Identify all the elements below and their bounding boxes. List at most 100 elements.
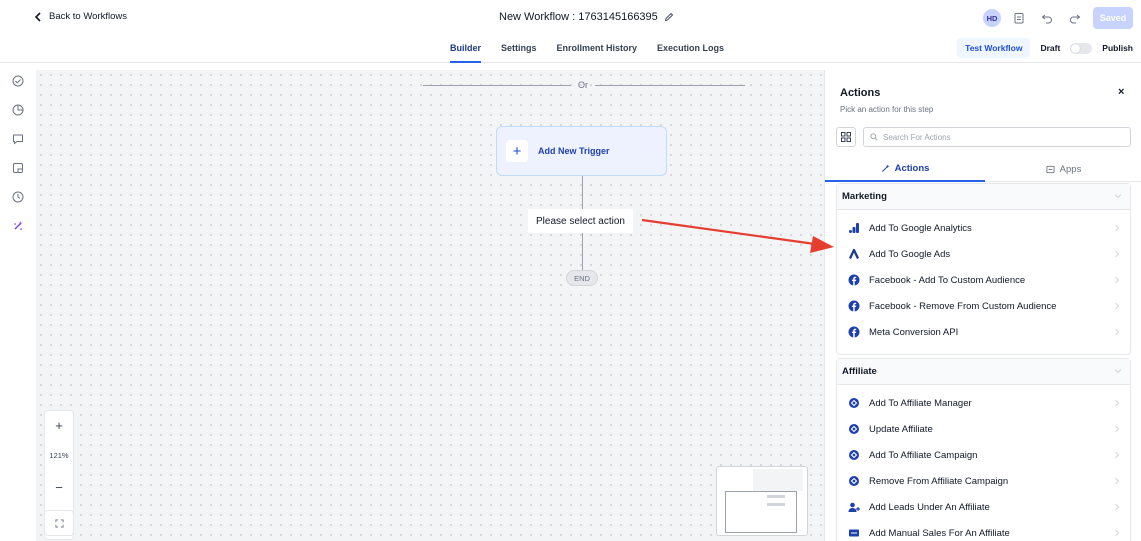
tab-actions[interactable]: Actions [825,156,985,182]
workflow-canvas[interactable]: Or + Add New Trigger Please select actio… [36,70,824,541]
zoom-in-button[interactable]: + [45,413,73,437]
chevron-right-icon [1115,302,1120,310]
connector-line [582,233,583,270]
workflow-title[interactable]: New Workflow : 1763145166395 [499,11,674,23]
chevron-down-icon [1114,369,1122,374]
test-workflow-button[interactable]: Test Workflow [957,38,1031,58]
tab-apps[interactable]: Apps [985,156,1141,182]
tab-right-actions: Test Workflow Draft Publish [957,38,1133,58]
add-trigger-label: Add New Trigger [538,146,610,156]
actions-panel: Actions Pick an action for this step × A… [824,70,1141,541]
chevron-right-icon [1115,276,1120,284]
minimap-node [767,503,785,506]
affiliate-section: Affiliate Add To Affiliate Manager Updat… [836,358,1131,541]
item-label: Add To Affiliate Manager [869,397,972,409]
list-item[interactable]: Facebook - Add To Custom Audience [837,269,1130,291]
undo-icon [1041,14,1052,24]
comment-icon[interactable] [12,133,24,145]
sparkle-icon[interactable] [12,220,24,232]
or-divider-left [423,85,571,86]
chevron-right-icon [1115,224,1120,232]
item-label: Update Affiliate [869,423,933,435]
expand-icon [54,518,64,528]
search-icon [870,133,878,141]
apps-icon [1046,165,1055,173]
list-item[interactable]: Facebook - Remove From Custom Audience [837,295,1130,317]
fit-view-button[interactable] [44,510,74,536]
list-item[interactable]: Add Manual Sales For An Affiliate [837,522,1130,541]
undo-button[interactable] [1037,8,1057,28]
magic-icon [881,163,890,172]
google-ads-icon [848,248,860,260]
tab-builder[interactable]: Builder [450,37,482,63]
zoom-out-button[interactable]: − [45,475,73,499]
pencil-icon[interactable] [664,12,674,22]
item-label: Add Leads Under An Affiliate [869,501,990,513]
google-analytics-icon [848,222,860,234]
publish-toggle[interactable] [1070,42,1093,54]
affiliate-icon [848,475,860,487]
list-item[interactable]: Add Leads Under An Affiliate [837,496,1130,518]
draft-label: Draft [1040,43,1061,53]
tab-apps-label: Apps [1059,163,1082,175]
pie-chart-icon[interactable] [12,104,24,116]
back-to-workflows-link[interactable]: Back to Workflows [33,11,127,22]
note-icon[interactable] [12,162,24,174]
panel-tabs: Actions Apps [825,156,1141,182]
add-trigger-card[interactable]: + Add New Trigger [496,126,667,176]
end-node: END [566,270,598,286]
list-item[interactable]: Remove From Affiliate Campaign [837,470,1130,492]
redo-button[interactable] [1065,8,1085,28]
tab-execution-logs[interactable]: Execution Logs [657,37,724,63]
item-label: Add To Affiliate Campaign [869,449,978,461]
add-user-icon [848,501,860,513]
clock-icon[interactable] [12,191,24,203]
list-item[interactable]: Add To Affiliate Manager [837,392,1130,414]
grid-view-button[interactable] [836,127,856,147]
section-title: Marketing [842,191,887,202]
list-item[interactable]: Add To Google Ads [837,243,1130,265]
item-label: Add Manual Sales For An Affiliate [869,527,1010,539]
check-circle-icon[interactable] [12,75,24,87]
chevron-right-icon [1115,399,1120,407]
top-bar: Back to Workflows New Workflow : 1763145… [0,0,1141,37]
facebook-icon [848,274,860,286]
section-header-marketing[interactable]: Marketing [837,184,1130,210]
or-label: Or [578,80,588,90]
publish-label: Publish [1102,43,1133,53]
item-label: Meta Conversion API [869,326,959,338]
select-action-label[interactable]: Please select action [528,209,633,233]
search-box [863,127,1131,147]
minimap[interactable] [716,466,808,536]
item-label: Facebook - Remove From Custom Audience [869,300,1057,312]
connector-line [582,176,583,209]
saved-button[interactable]: Saved [1093,7,1133,29]
affiliate-icon [848,449,860,461]
workflow-title-text: New Workflow : 1763145166395 [499,11,658,23]
redo-icon [1070,14,1081,24]
item-label: Facebook - Add To Custom Audience [869,274,1026,286]
grid-icon [841,132,851,142]
clipboard-button[interactable] [1009,8,1029,28]
chevron-right-icon [1115,328,1120,336]
tab-enrollment-history[interactable]: Enrollment History [557,37,638,63]
close-icon[interactable]: × [1118,86,1124,98]
list-item[interactable]: Meta Conversion API [837,321,1130,343]
sales-icon [848,527,860,539]
list-item[interactable]: Add To Google Analytics [837,217,1130,239]
top-right-actions: HD Saved [983,7,1133,29]
facebook-icon [848,300,860,312]
list-item[interactable]: Add To Affiliate Campaign [837,444,1130,466]
avatar[interactable]: HD [983,9,1001,27]
list-item[interactable]: Update Affiliate [837,418,1130,440]
affiliate-icon [848,397,860,409]
left-rail [0,63,36,541]
section-header-affiliate[interactable]: Affiliate [837,359,1130,385]
minimap-node [767,495,785,498]
clipboard-icon [1014,13,1024,24]
tab-settings[interactable]: Settings [501,37,537,63]
search-input[interactable] [883,132,1123,142]
chevron-right-icon [1115,250,1120,258]
chevron-right-icon [1115,529,1120,537]
or-divider-right [595,85,745,86]
